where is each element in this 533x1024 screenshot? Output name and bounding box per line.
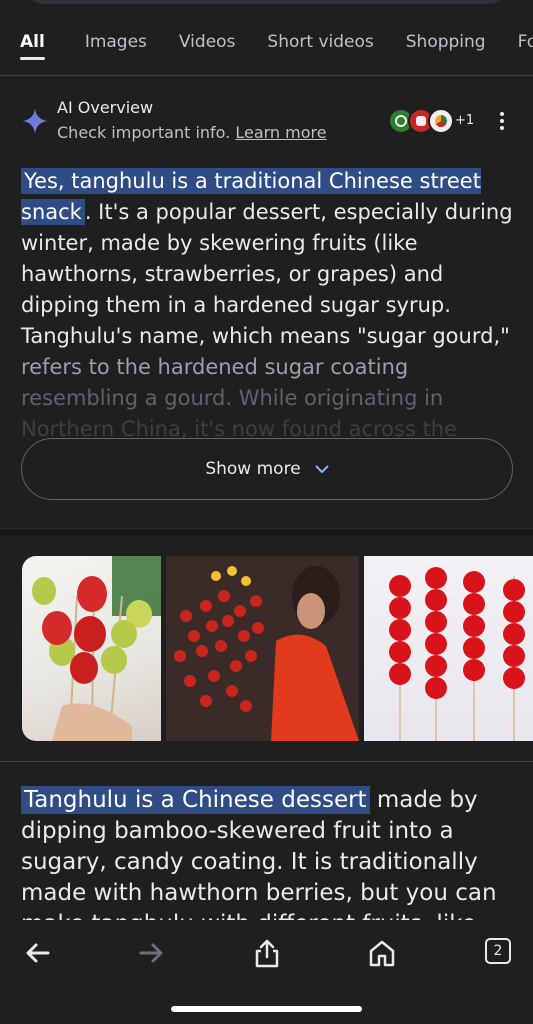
tab-all[interactable]: All: [20, 22, 45, 75]
learn-more-link[interactable]: Learn more: [235, 123, 326, 142]
answer-fade-2: resembling a gourd. While originating in: [21, 386, 444, 410]
tab-images[interactable]: Images: [85, 22, 147, 75]
tanghulu-photo-3: [389, 567, 525, 741]
home-icon[interactable]: [367, 938, 397, 968]
more-options-icon[interactable]: [496, 112, 508, 134]
ai-overview-title: AI Overview: [57, 98, 154, 117]
ai-overview-subtitle: Check important info. Learn more: [57, 123, 327, 142]
answer-text: . It's a popular dessert, especially dur…: [21, 200, 513, 348]
forward-arrow-icon[interactable]: [137, 938, 167, 968]
tab-short-videos[interactable]: Short videos: [267, 22, 373, 75]
subtitle-text: Check important info.: [57, 123, 236, 142]
show-more-button[interactable]: Show more: [21, 438, 513, 500]
search-tabs: All Images Videos Short videos Shopping …: [0, 22, 533, 76]
share-icon[interactable]: [252, 938, 282, 968]
tanghulu-photo-2: [166, 556, 359, 741]
tab-shopping[interactable]: Shopping: [406, 22, 486, 75]
tab-count: 2: [485, 938, 511, 964]
image-tanghulu-hawthorn-skewers[interactable]: [364, 556, 533, 741]
home-indicator[interactable]: [171, 1006, 362, 1012]
search-bar-edge[interactable]: [24, 0, 509, 4]
answer-fade-1: refers to the hardened sugar coating: [21, 355, 409, 379]
snippet-text: Tanghulu is a Chinese dessert made by di…: [21, 785, 517, 940]
source-count[interactable]: +1: [455, 113, 474, 128]
snippet-highlight: Tanghulu is a Chinese dessert: [21, 786, 370, 814]
show-more-label: Show more: [205, 459, 301, 479]
chevron-down-icon: [314, 465, 329, 474]
ai-overview-answer: Yes, tanghulu is a traditional Chinese s…: [21, 166, 517, 445]
image-tanghulu-street-vendor[interactable]: [166, 556, 359, 741]
back-arrow-icon[interactable]: [22, 938, 52, 968]
tab-forums[interactable]: Foru: [518, 22, 533, 75]
source-favicon-icon: [428, 108, 454, 134]
tab-videos[interactable]: Videos: [179, 22, 236, 75]
section-divider: [0, 528, 533, 536]
source-favicons[interactable]: [388, 108, 458, 136]
section-divider: [0, 761, 533, 762]
image-tanghulu-strawberry-grape[interactable]: [22, 556, 161, 741]
gemini-spark-icon: [22, 108, 48, 134]
tanghulu-photo-1: [32, 556, 161, 741]
tabs-button[interactable]: 2: [485, 938, 515, 968]
ai-overview-header: AI Overview Check important info. Learn …: [0, 96, 533, 152]
